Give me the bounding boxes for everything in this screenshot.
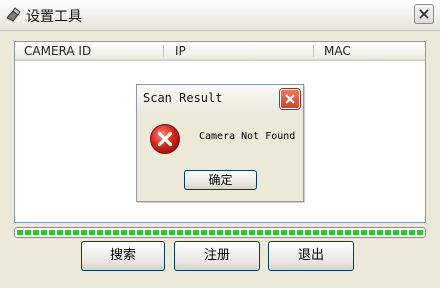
title-bar[interactable]: 设置工具 <box>0 0 440 31</box>
close-icon <box>285 94 295 104</box>
column-separator[interactable] <box>163 45 164 57</box>
register-button[interactable]: 注册 <box>174 241 260 271</box>
error-icon <box>149 123 181 155</box>
close-icon <box>419 9 429 19</box>
window-close-button[interactable] <box>414 4 434 24</box>
ok-button[interactable]: 确定 <box>184 170 257 190</box>
dialog-title-bar[interactable]: Scan Result <box>137 85 303 112</box>
column-header-mac[interactable]: MAC <box>324 44 351 59</box>
dialog-title: Scan Result <box>143 91 223 105</box>
column-header-camera-id[interactable]: CAMERA ID <box>24 44 91 59</box>
app-icon <box>5 7 21 23</box>
dialog-message: Camera Not Found <box>199 131 296 142</box>
settings-tool-window: 设置工具 CAMERA ID IP MAC 搜索 注册 退出 Scan Resu… <box>0 0 440 288</box>
column-header-ip[interactable]: IP <box>175 44 186 59</box>
scan-result-dialog: Scan Result Camera Not Found 确定 <box>136 84 304 202</box>
list-header: CAMERA ID IP MAC <box>15 42 425 61</box>
search-button[interactable]: 搜索 <box>81 241 165 271</box>
column-separator[interactable] <box>313 45 314 57</box>
progress-fill <box>17 230 423 235</box>
dialog-close-button[interactable] <box>280 89 300 109</box>
scan-progress-bar <box>14 227 426 238</box>
exit-button[interactable]: 退出 <box>268 241 354 271</box>
window-title: 设置工具 <box>26 9 82 25</box>
